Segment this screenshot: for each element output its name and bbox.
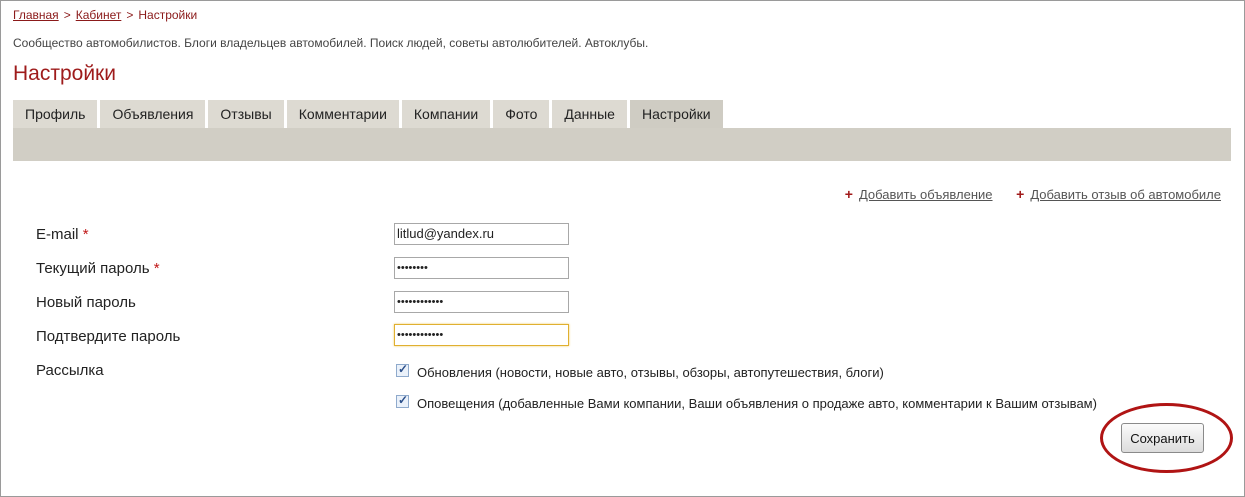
add-review-link[interactable]: Добавить отзыв об автомобиле xyxy=(1030,187,1221,202)
new-password-field[interactable]: •••••••••••• xyxy=(394,291,569,313)
notifications-checkbox-label[interactable]: Оповещения (добавленные Вами компании, В… xyxy=(417,396,1097,411)
tab-data[interactable]: Данные xyxy=(552,100,627,128)
required-mark: * xyxy=(82,226,89,243)
current-password-field[interactable]: •••••••• xyxy=(394,257,569,279)
tab-companies[interactable]: Компании xyxy=(401,100,491,128)
tab-settings[interactable]: Настройки xyxy=(629,100,723,128)
breadcrumb-separator: > xyxy=(63,8,71,22)
tab-reviews[interactable]: Отзывы xyxy=(208,100,284,128)
confirm-password-label: Подтвердите пароль xyxy=(36,328,181,345)
plus-icon: + xyxy=(844,186,853,202)
checkmark-icon: ✓ xyxy=(398,393,409,407)
add-ad-link[interactable]: Добавить объявление xyxy=(859,187,993,202)
tab-content-bar xyxy=(13,128,1231,161)
tab-comments[interactable]: Комментарии xyxy=(286,100,399,128)
breadcrumb-home-link[interactable]: Главная xyxy=(13,8,59,22)
tab-list: Профиль Объявления Отзывы Комментарии Ко… xyxy=(13,100,726,128)
save-button[interactable]: Сохранить xyxy=(1121,423,1204,453)
confirm-password-field[interactable]: •••••••••••• xyxy=(394,324,569,346)
email-label: E-mail * xyxy=(36,226,89,243)
site-tagline: Сообщество автомобилистов. Блоги владель… xyxy=(13,36,649,50)
breadcrumb-cabinet-link[interactable]: Кабинет xyxy=(76,8,122,22)
checkmark-icon: ✓ xyxy=(398,362,409,376)
updates-checkbox-label[interactable]: Обновления (новости, новые авто, отзывы,… xyxy=(417,365,884,380)
breadcrumb-current: Настройки xyxy=(138,8,198,22)
tab-profile[interactable]: Профиль xyxy=(13,100,98,128)
current-password-label-text: Текущий пароль xyxy=(36,260,150,277)
breadcrumb-separator: > xyxy=(126,8,134,22)
email-label-text: E-mail xyxy=(36,226,79,243)
window-frame xyxy=(0,0,1245,497)
tab-ads[interactable]: Объявления xyxy=(100,100,206,128)
page-title: Настройки xyxy=(13,62,116,85)
notifications-checkbox[interactable]: ✓ xyxy=(396,393,409,408)
current-password-label: Текущий пароль * xyxy=(36,260,160,277)
plus-icon: + xyxy=(1016,186,1025,202)
quick-links: + Добавить объявление + Добавить отзыв об … xyxy=(845,186,1221,202)
breadcrumb: Главная > Кабинет > Настройки xyxy=(13,8,197,22)
email-field[interactable]: litlud@yandex.ru xyxy=(394,223,569,245)
required-mark: * xyxy=(153,260,160,277)
updates-checkbox[interactable]: ✓ xyxy=(396,362,409,377)
new-password-label: Новый пароль xyxy=(36,294,136,311)
mailing-label: Рассылка xyxy=(36,362,104,379)
tab-photo[interactable]: Фото xyxy=(493,100,550,128)
